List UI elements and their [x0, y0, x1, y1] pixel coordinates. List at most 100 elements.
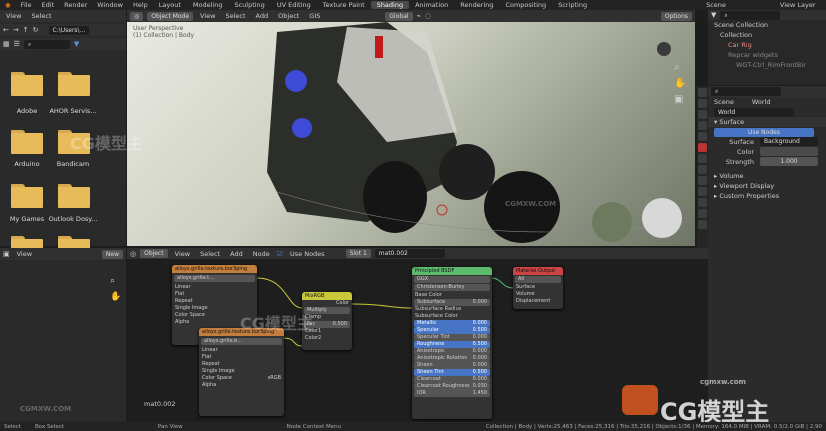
- surface-value[interactable]: Background: [760, 137, 818, 146]
- 3d-viewport[interactable]: User Perspective (1) Collection | Body ⌕…: [127, 22, 695, 246]
- vp-menu-add[interactable]: Add: [253, 12, 272, 20]
- ne-menu-view[interactable]: View: [172, 250, 193, 258]
- mix-rgb-node[interactable]: MixRGB Color Multiply Clamp Fac 0.500 Co…: [302, 292, 352, 350]
- node-editor[interactable]: alloys.grille.texture.bor3ping alloys.gr…: [127, 248, 708, 422]
- ne-menu-node[interactable]: Node: [250, 250, 273, 258]
- output-tab-icon[interactable]: [698, 110, 707, 119]
- outliner-item[interactable]: Repcar widgets: [708, 50, 826, 60]
- breadcrumb-world[interactable]: World: [752, 97, 771, 107]
- bsdf-field[interactable]: Subsurface 0.000: [414, 299, 490, 306]
- new-button[interactable]: New: [101, 249, 123, 259]
- volume-panel[interactable]: ▸ Volume: [708, 171, 826, 181]
- principled-bsdf-node[interactable]: Principled BSDF GGX Christensen-Burley B…: [412, 267, 492, 419]
- folder-icon[interactable]: [58, 130, 90, 154]
- tab-texture-paint[interactable]: Texture Paint: [317, 1, 371, 9]
- object-tab-icon[interactable]: [698, 154, 707, 163]
- editor-type-icon[interactable]: ◎: [130, 11, 144, 21]
- tab-layout[interactable]: Layout: [153, 1, 187, 9]
- node-row[interactable]: Repeat: [199, 361, 284, 368]
- image-select[interactable]: alloys.grille.t...: [174, 275, 255, 282]
- bsdf-field[interactable]: Clearcoat Roughness 0.030: [414, 383, 490, 390]
- tab-scripting[interactable]: Scripting: [552, 1, 593, 9]
- bsdf-field[interactable]: Sheen Tint 0.500: [414, 369, 490, 376]
- tab-modeling[interactable]: Modeling: [187, 1, 229, 9]
- use-nodes-checkbox[interactable]: ☑: [277, 250, 283, 258]
- outliner-search[interactable]: ⌕: [720, 10, 781, 20]
- options-button[interactable]: Options: [660, 11, 692, 21]
- bsdf-field[interactable]: IOR 1.450: [414, 390, 490, 397]
- material-tab-icon[interactable]: [698, 220, 707, 229]
- data-tab-icon[interactable]: [698, 209, 707, 218]
- tab-sculpting[interactable]: Sculpting: [228, 1, 270, 9]
- distribution-select[interactable]: GGX: [414, 276, 490, 283]
- bsdf-field[interactable]: Anisotropic Rotation 0.000: [414, 355, 490, 362]
- node-row[interactable]: Single Image: [199, 368, 284, 375]
- outliner-item[interactable]: Collection: [708, 30, 826, 40]
- tab-compositing[interactable]: Compositing: [499, 1, 552, 9]
- material-output-node[interactable]: Material Output All Surface Volume Displ…: [513, 267, 563, 309]
- folder-icon[interactable]: [11, 184, 43, 208]
- image-select[interactable]: alloys.grille.b...: [201, 338, 282, 345]
- ne-menu-add[interactable]: Add: [227, 250, 246, 258]
- node-row[interactable]: Clamp: [302, 314, 352, 321]
- tab-animation[interactable]: Animation: [409, 1, 454, 9]
- tab-uv-editing[interactable]: UV Editing: [271, 1, 317, 9]
- zoom-icon[interactable]: ⌕: [674, 62, 680, 73]
- tool-tab-icon[interactable]: [698, 88, 707, 97]
- bsdf-field[interactable]: Metallic 0.000: [414, 320, 490, 327]
- particles-tab-icon[interactable]: [698, 176, 707, 185]
- filter-icon[interactable]: ▼: [74, 40, 79, 48]
- bsdf-field[interactable]: Specular Tint 0.000: [414, 334, 490, 341]
- parent-dir-icon[interactable]: ↑: [23, 26, 29, 34]
- bsdf-field[interactable]: Roughness 0.500: [414, 341, 490, 348]
- slot-select[interactable]: Slot 1: [345, 249, 371, 258]
- navigation-gizmo[interactable]: [657, 42, 671, 56]
- bsdf-field[interactable]: Specular 0.500: [414, 327, 490, 334]
- menu-edit[interactable]: Edit: [37, 1, 60, 9]
- scene-label[interactable]: Scene: [701, 1, 731, 9]
- tab-shading[interactable]: Shading: [370, 1, 410, 9]
- menu-render[interactable]: Render: [59, 1, 92, 9]
- render-tab-icon[interactable]: [698, 99, 707, 108]
- custom-props-panel[interactable]: ▸ Custom Properties: [708, 191, 826, 201]
- search-field[interactable]: ⌕: [23, 39, 70, 49]
- camera-icon[interactable]: ▣: [674, 94, 683, 105]
- viewport-display-panel[interactable]: ▸ Viewport Display: [708, 181, 826, 191]
- vp-menu-object[interactable]: Object: [275, 12, 302, 20]
- folder-icon[interactable]: [11, 72, 43, 96]
- pan-hand-icon[interactable]: ✋: [110, 292, 121, 302]
- ne-menu-select[interactable]: Select: [197, 250, 223, 258]
- node-row[interactable]: Linear: [172, 284, 257, 291]
- props-search[interactable]: ⌕: [711, 87, 781, 96]
- color-space-row[interactable]: Color Space sRGB: [199, 375, 284, 382]
- outliner-scene-collection[interactable]: Scene Collection: [708, 20, 826, 30]
- bsdf-field[interactable]: Sheen 0.000: [414, 362, 490, 369]
- editor-type-icon[interactable]: ◎: [130, 250, 136, 258]
- fb-select-menu[interactable]: Select: [28, 12, 54, 20]
- menu-help[interactable]: Help: [128, 1, 153, 9]
- snap-icon[interactable]: ⌁: [417, 12, 421, 20]
- proportional-edit-icon[interactable]: ◌: [425, 12, 431, 20]
- object-select[interactable]: Object: [140, 249, 168, 258]
- refresh-icon[interactable]: ↻: [33, 26, 39, 34]
- vp-menu-select[interactable]: Select: [222, 12, 248, 20]
- bsdf-field[interactable]: Clearcoat 0.000: [414, 376, 490, 383]
- node-row[interactable]: Color Space: [172, 312, 257, 319]
- ie-view-menu[interactable]: View: [14, 250, 35, 258]
- node-row[interactable]: Linear: [199, 347, 284, 354]
- editor-type-icon[interactable]: ▣: [3, 250, 10, 258]
- color-swatch[interactable]: [760, 147, 818, 156]
- outliner-item[interactable]: WGT-Ctrl_RimFrontBir: [708, 60, 826, 70]
- vp-menu-gis[interactable]: GIS: [306, 12, 323, 20]
- image-texture-node[interactable]: alloys.grille.texture.bor3ping alloys.gr…: [199, 328, 284, 416]
- blender-logo-icon[interactable]: ◉: [0, 1, 16, 9]
- tab-rendering[interactable]: Rendering: [454, 1, 499, 9]
- subsurface-method-select[interactable]: Christensen-Burley: [414, 284, 490, 291]
- node-row[interactable]: Single Image: [172, 305, 257, 312]
- surface-panel-header[interactable]: ▾ Surface: [708, 117, 826, 127]
- node-row[interactable]: Flat: [172, 291, 257, 298]
- menu-file[interactable]: File: [16, 1, 37, 9]
- view-layer-label[interactable]: View Layer: [775, 1, 821, 9]
- back-arrow-icon[interactable]: ←: [3, 26, 9, 34]
- filter-icon[interactable]: ▼: [711, 11, 716, 19]
